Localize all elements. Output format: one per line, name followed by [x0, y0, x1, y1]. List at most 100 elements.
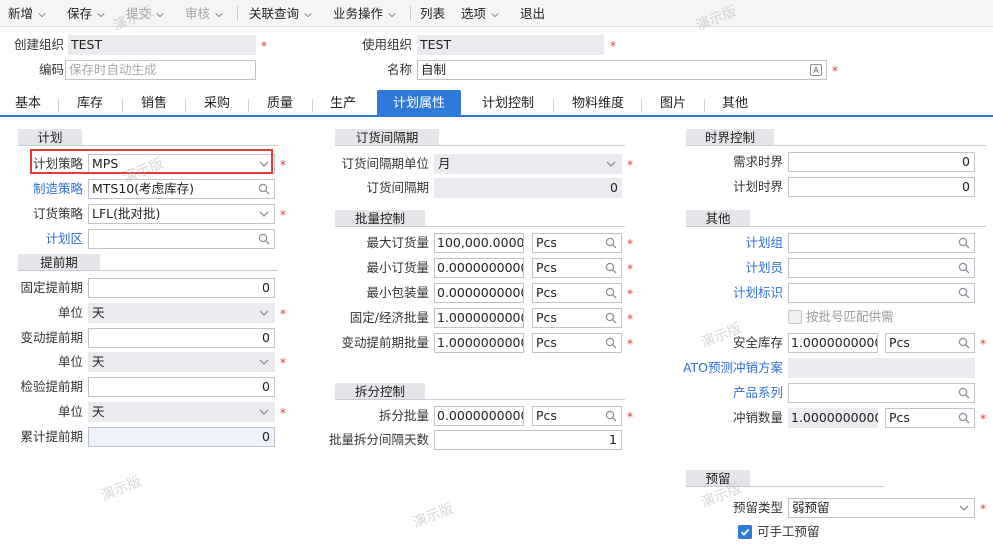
var-batch-unit-input[interactable]: Pcs: [532, 333, 622, 353]
eco-batch-unit-input[interactable]: Pcs: [532, 308, 622, 328]
save-button[interactable]: 保存: [67, 0, 106, 27]
min-order-unit-input[interactable]: Pcs: [532, 258, 622, 278]
reserve-type-select[interactable]: 弱预留: [788, 498, 975, 518]
tab-images[interactable]: 图片: [651, 90, 695, 115]
product-series-label[interactable]: 产品系列: [700, 383, 783, 403]
search-icon[interactable]: [258, 183, 270, 195]
var-batch-input[interactable]: 1.0000000000: [434, 333, 524, 353]
variable-lead-time-input[interactable]: 0: [88, 328, 275, 348]
search-icon[interactable]: [605, 410, 617, 422]
plan-group-label[interactable]: 计划组: [700, 233, 783, 253]
tab-sales[interactable]: 销售: [132, 90, 176, 115]
order-strategy-select[interactable]: LFL(批对批): [88, 204, 275, 224]
split-interval-label: 批量拆分间隔天数: [328, 432, 429, 447]
code-input[interactable]: 保存时自动生成: [65, 60, 256, 80]
safety-stock-input[interactable]: 1.0000000000: [788, 333, 878, 353]
related-query-button[interactable]: 关联查询: [249, 0, 313, 27]
list-button[interactable]: 列表: [420, 0, 445, 27]
plan-flag-input[interactable]: [788, 283, 975, 303]
order-interval-unit-label: 订货间隔期单位: [341, 156, 429, 171]
tab-production[interactable]: 生产: [321, 90, 365, 115]
search-icon[interactable]: [958, 337, 970, 349]
search-icon[interactable]: [258, 233, 270, 245]
save-label: 保存: [67, 6, 93, 21]
order-interval-unit-select[interactable]: 月: [434, 154, 622, 174]
search-icon[interactable]: [605, 312, 617, 324]
mfg-strategy-input[interactable]: MTS10(考虑库存): [88, 179, 275, 199]
tab-inventory[interactable]: 库存: [68, 90, 112, 115]
manual-reserve-checkbox[interactable]: [738, 525, 752, 539]
chevron-down-icon: [258, 307, 270, 319]
required-marker: *: [610, 39, 616, 53]
search-icon[interactable]: [605, 262, 617, 274]
submit-button[interactable]: 提交: [126, 0, 165, 27]
ato-scheme-label[interactable]: ATO预测冲销方案: [660, 358, 783, 378]
exit-button[interactable]: 退出: [520, 0, 545, 27]
business-ops-button[interactable]: 业务操作: [333, 0, 397, 27]
search-icon[interactable]: [958, 287, 970, 299]
variable-unit-select[interactable]: 天: [88, 352, 275, 372]
max-order-input[interactable]: 100,000.00000: [434, 233, 524, 253]
unit-value: 天: [92, 305, 105, 320]
inspect-lead-time-label: 检验提前期: [20, 379, 83, 394]
min-order-input[interactable]: 0.0000000000: [434, 258, 524, 278]
fixed-unit-select[interactable]: 天: [88, 303, 275, 323]
section-batch-title: 批量控制: [335, 210, 425, 227]
search-icon[interactable]: [958, 387, 970, 399]
tab-material-dimension[interactable]: 物料维度: [562, 90, 634, 115]
cumulative-lead-time-input[interactable]: 0: [88, 427, 275, 447]
fixed-lead-time-input[interactable]: 0: [88, 278, 275, 298]
min-pack-input[interactable]: 0.0000000000: [434, 283, 524, 303]
plan-horizon-input[interactable]: 0: [788, 177, 975, 197]
chevron-down-icon: [155, 10, 165, 20]
inspect-unit-select[interactable]: 天: [88, 402, 275, 422]
inspect-lead-time-input[interactable]: 0: [88, 377, 275, 397]
related-query-label: 关联查询: [249, 6, 300, 21]
planner-input[interactable]: [788, 258, 975, 278]
create-org-field: TEST: [68, 35, 256, 55]
mfg-strategy-label[interactable]: 制造策略: [10, 179, 83, 199]
split-interval-input[interactable]: 1: [434, 430, 622, 450]
split-batch-input[interactable]: 0.0000000000: [434, 406, 524, 426]
search-icon[interactable]: [605, 287, 617, 299]
demand-horizon-label: 需求时界: [732, 154, 783, 169]
required-marker: *: [280, 406, 286, 420]
search-icon[interactable]: [958, 237, 970, 249]
planner-label[interactable]: 计划员: [700, 258, 783, 278]
exit-label: 退出: [520, 6, 546, 21]
search-icon[interactable]: [605, 237, 617, 249]
demand-horizon-input[interactable]: 0: [788, 152, 975, 172]
tab-plan-attributes[interactable]: 计划属性: [377, 90, 461, 115]
required-marker: *: [980, 412, 986, 426]
product-series-input[interactable]: [788, 383, 975, 403]
tab-basic[interactable]: 基本: [6, 90, 50, 115]
tab-divider: [553, 99, 554, 112]
search-icon[interactable]: [958, 412, 970, 424]
eco-batch-input[interactable]: 1.0000000000: [434, 308, 524, 328]
options-button[interactable]: 选项: [461, 0, 500, 27]
audit-button[interactable]: 审核: [185, 0, 224, 27]
offset-unit-input[interactable]: Pcs: [885, 408, 975, 428]
min-pack-unit-input[interactable]: Pcs: [532, 283, 622, 303]
eco-batch-label: 固定/经济批量: [349, 310, 429, 325]
tab-other[interactable]: 其他: [713, 90, 757, 115]
plan-zone-input[interactable]: [88, 229, 275, 249]
plan-flag-label[interactable]: 计划标识: [700, 283, 783, 303]
tab-divider: [122, 99, 123, 112]
search-icon[interactable]: [605, 337, 617, 349]
toolbar-divider: [237, 6, 238, 21]
new-button[interactable]: 新增: [8, 0, 47, 27]
safety-unit-input[interactable]: Pcs: [885, 333, 975, 353]
plan-zone-label[interactable]: 计划区: [10, 229, 83, 249]
audit-label: 审核: [185, 6, 211, 21]
split-unit-input[interactable]: Pcs: [532, 406, 622, 426]
batch-match-checkbox[interactable]: [788, 310, 802, 324]
max-order-unit-input[interactable]: Pcs: [532, 233, 622, 253]
tab-purchase[interactable]: 采购: [195, 90, 239, 115]
name-input[interactable]: 自制: [417, 60, 827, 80]
search-icon[interactable]: [958, 262, 970, 274]
language-icon[interactable]: [810, 64, 822, 76]
tab-plan-control[interactable]: 计划控制: [472, 90, 544, 115]
plan-group-input[interactable]: [788, 233, 975, 253]
tab-quality[interactable]: 质量: [258, 90, 302, 115]
